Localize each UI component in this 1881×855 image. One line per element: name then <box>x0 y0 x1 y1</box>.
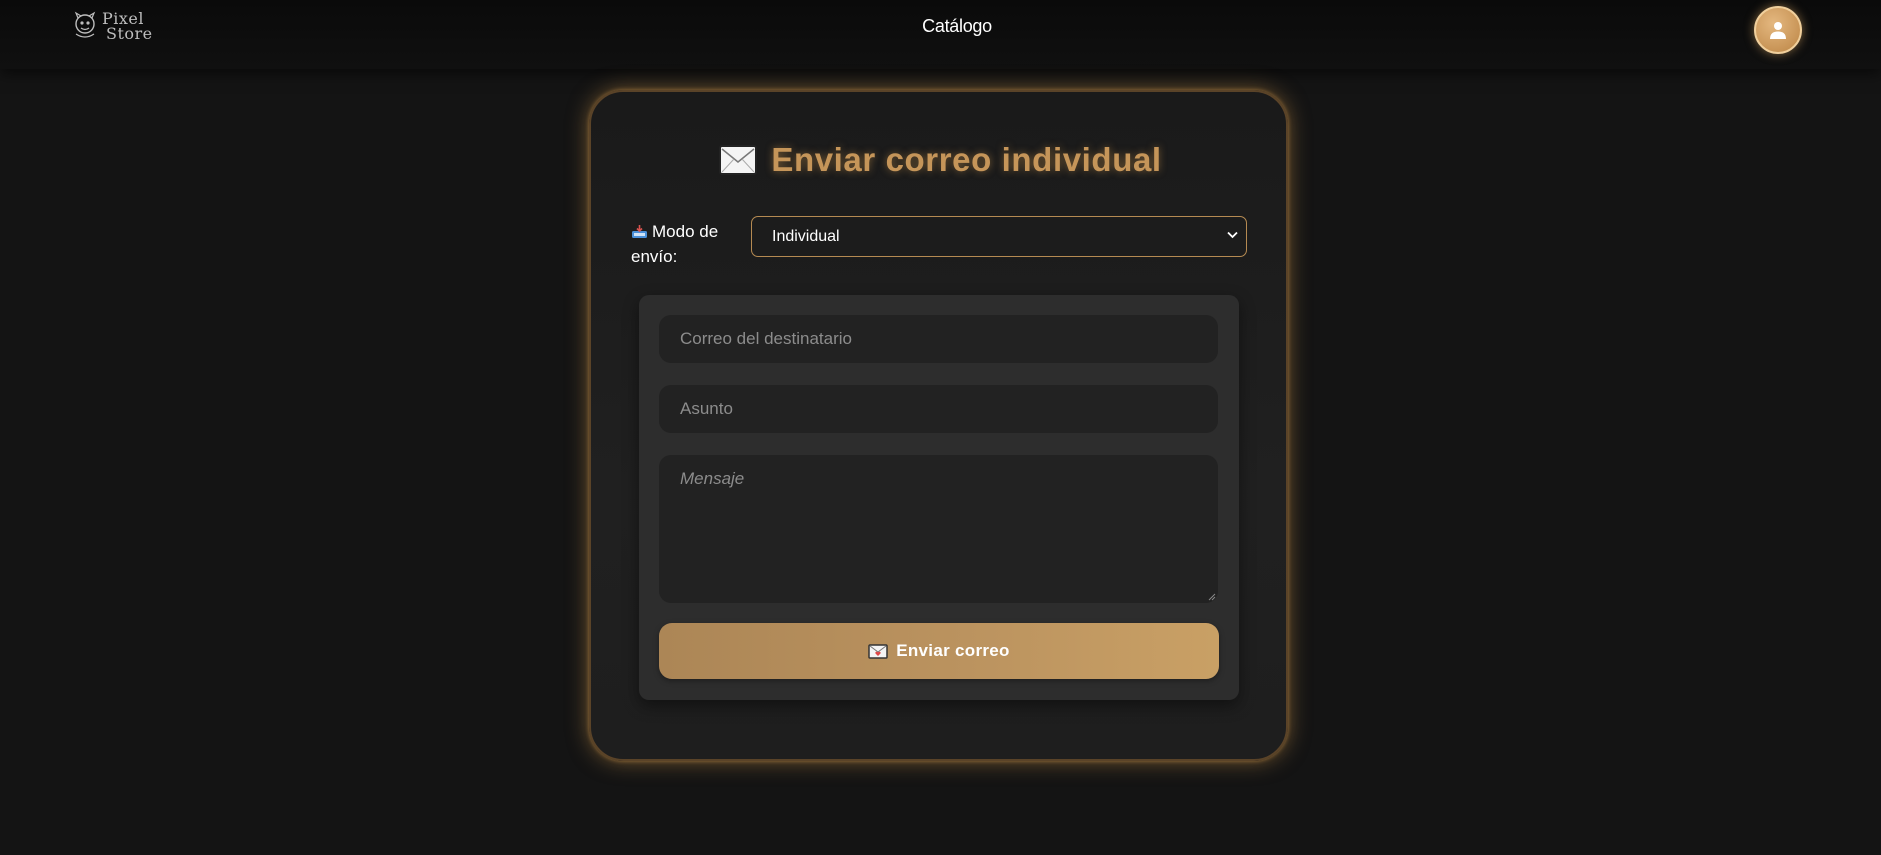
page-title: Enviar correo individual <box>771 141 1162 178</box>
love-letter-icon <box>868 643 888 659</box>
subject-placeholder: Asunto <box>680 399 733 418</box>
card-title: Enviar correo individual <box>591 138 1290 182</box>
mascot-logo-icon <box>74 11 96 38</box>
send-mode-label: Modo de envío: <box>631 219 741 269</box>
chevron-down-icon <box>1227 231 1238 239</box>
user-avatar-button[interactable] <box>1754 6 1802 54</box>
nav-link-catalogo[interactable]: Catálogo <box>900 16 1014 40</box>
send-mode-selected-value: Individual <box>772 227 840 245</box>
send-email-label: Enviar correo <box>896 641 1010 660</box>
subject-input[interactable]: Asunto <box>659 385 1218 433</box>
logo-wordmark: Pixel Store <box>102 11 153 43</box>
logo-line-2: Store <box>106 24 153 43</box>
send-mode-select[interactable]: Individual <box>751 216 1247 257</box>
inbox-tray-icon <box>632 225 647 238</box>
top-navbar: Pixel Store Catálogo <box>0 0 1881 69</box>
pixel-store-logo[interactable]: Pixel Store <box>72 6 162 46</box>
resize-handle-icon[interactable] <box>1207 592 1216 601</box>
recipient-email-input[interactable]: Correo del destinatario <box>659 315 1218 363</box>
email-card: Enviar correo individual Modo de envío: … <box>589 90 1288 761</box>
email-form: Correo del destinatario Asunto Mensaje E… <box>639 295 1239 700</box>
recipient-email-placeholder: Correo del destinatario <box>680 329 852 348</box>
send-email-button[interactable]: Enviar correo <box>659 623 1219 679</box>
envelope-icon <box>719 145 758 175</box>
user-icon <box>1770 22 1786 39</box>
send-mode-row: Modo de envío: Individual <box>631 216 1251 272</box>
message-textarea[interactable]: Mensaje <box>659 455 1218 603</box>
message-placeholder: Mensaje <box>680 469 745 488</box>
